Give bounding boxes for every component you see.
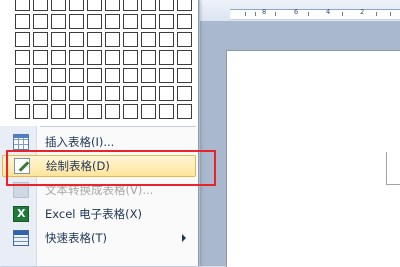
table-grid-cell[interactable] xyxy=(159,86,174,101)
table-grid-cell[interactable] xyxy=(33,50,48,65)
table-size-grid-area xyxy=(0,0,198,126)
table-grid-cell[interactable] xyxy=(87,104,102,119)
table-grid-cell[interactable] xyxy=(177,0,192,11)
table-grid-cell[interactable] xyxy=(15,14,30,29)
ruler-tick-label: 4 xyxy=(326,8,331,16)
excel-icon xyxy=(13,206,29,222)
table-grid-cell[interactable] xyxy=(159,68,174,83)
table-grid-cell[interactable] xyxy=(105,104,120,119)
table-grid-cell[interactable] xyxy=(105,68,120,83)
table-grid-cell[interactable] xyxy=(177,86,192,101)
table-grid-cell[interactable] xyxy=(33,14,48,29)
table-grid-cell[interactable] xyxy=(15,68,30,83)
table-grid-cell[interactable] xyxy=(33,32,48,47)
table-grid-cell[interactable] xyxy=(123,50,138,65)
table-grid-cell[interactable] xyxy=(69,50,84,65)
table-grid-cell[interactable] xyxy=(123,32,138,47)
table-grid-cell[interactable] xyxy=(159,32,174,47)
menu-item-label: Excel 电子表格(X) xyxy=(45,207,142,221)
table-grid-cell[interactable] xyxy=(177,50,192,65)
table-grid-cell[interactable] xyxy=(33,68,48,83)
table-grid-cell[interactable] xyxy=(51,50,66,65)
table-grid-cell[interactable] xyxy=(15,104,30,119)
table-grid-cell[interactable] xyxy=(51,32,66,47)
menu-item-label: 插入表格(I)... xyxy=(45,135,115,149)
table-grid-cell[interactable] xyxy=(159,0,174,11)
table-grid-cell[interactable] xyxy=(87,68,102,83)
table-grid-cell[interactable] xyxy=(159,14,174,29)
table-grid-cell[interactable] xyxy=(15,32,30,47)
menu-item-label: 快速表格(T) xyxy=(45,231,107,245)
insert-table-icon xyxy=(13,134,29,150)
table-grid-cell[interactable] xyxy=(69,86,84,101)
table-grid-cell[interactable] xyxy=(123,14,138,29)
table-grid-cell[interactable] xyxy=(51,86,66,101)
table-grid-cell[interactable] xyxy=(69,0,84,11)
table-grid-cell[interactable] xyxy=(69,68,84,83)
table-grid-cell[interactable] xyxy=(33,86,48,101)
table-grid-cell[interactable] xyxy=(141,104,156,119)
menu-item-quick-tables[interactable]: 快速表格(T) xyxy=(2,227,196,249)
ruler-mark xyxy=(376,12,377,16)
table-grid-cell[interactable] xyxy=(105,86,120,101)
margin-corner-mark xyxy=(386,152,400,185)
table-grid-cell[interactable] xyxy=(141,14,156,29)
horizontal-ruler[interactable]: 8 6 4 2 xyxy=(200,0,400,22)
table-grid-cell[interactable] xyxy=(123,86,138,101)
table-grid-cell[interactable] xyxy=(141,50,156,65)
highlight-annotation-box xyxy=(6,150,216,186)
table-grid-cell[interactable] xyxy=(15,50,30,65)
table-grid-cell[interactable] xyxy=(87,86,102,101)
table-grid-cell[interactable] xyxy=(33,0,48,11)
table-grid-cell[interactable] xyxy=(15,86,30,101)
ruler-mark xyxy=(245,12,246,16)
quick-table-icon xyxy=(13,230,29,246)
submenu-arrow-icon xyxy=(182,234,186,242)
table-grid-cell[interactable] xyxy=(141,0,156,11)
ruler-mark xyxy=(342,12,343,16)
table-grid-cell[interactable] xyxy=(123,0,138,11)
table-grid-cell[interactable] xyxy=(51,68,66,83)
ruler-mark xyxy=(275,12,276,16)
table-grid-cell[interactable] xyxy=(159,104,174,119)
table-grid-cell[interactable] xyxy=(177,14,192,29)
table-grid-cell[interactable] xyxy=(15,0,30,11)
menu-item-excel-spreadsheet[interactable]: Excel 电子表格(X) xyxy=(2,203,196,225)
table-grid-cell[interactable] xyxy=(69,104,84,119)
menu-separator xyxy=(40,126,196,127)
ruler-tick-label: 8 xyxy=(262,8,267,16)
table-grid-cell[interactable] xyxy=(105,50,120,65)
table-grid-cell[interactable] xyxy=(87,14,102,29)
ruler-mark xyxy=(255,12,256,16)
table-size-grid[interactable] xyxy=(15,0,195,122)
ruler-tick-label: 6 xyxy=(294,8,299,16)
ruler-mark xyxy=(308,12,309,16)
table-grid-cell[interactable] xyxy=(87,0,102,11)
table-grid-cell[interactable] xyxy=(177,32,192,47)
table-grid-cell[interactable] xyxy=(177,104,192,119)
table-grid-cell[interactable] xyxy=(177,68,192,83)
ruler-tick-label: 2 xyxy=(360,8,365,16)
table-grid-cell[interactable] xyxy=(51,104,66,119)
table-grid-cell[interactable] xyxy=(105,0,120,11)
table-grid-cell[interactable] xyxy=(105,32,120,47)
table-dropdown-menu: 插入表格(I)... 绘制表格(D) 文本转换成表格(V)... Excel 电… xyxy=(0,0,199,266)
table-grid-cell[interactable] xyxy=(69,32,84,47)
table-grid-cell[interactable] xyxy=(51,14,66,29)
table-grid-cell[interactable] xyxy=(87,32,102,47)
document-page[interactable] xyxy=(226,50,400,267)
table-grid-cell[interactable] xyxy=(159,50,174,65)
table-grid-cell[interactable] xyxy=(51,0,66,11)
table-grid-cell[interactable] xyxy=(33,104,48,119)
table-grid-cell[interactable] xyxy=(141,68,156,83)
table-grid-cell[interactable] xyxy=(141,86,156,101)
table-grid-cell[interactable] xyxy=(123,104,138,119)
table-grid-cell[interactable] xyxy=(105,14,120,29)
ruler-mark xyxy=(390,12,391,16)
table-grid-cell[interactable] xyxy=(69,14,84,29)
table-grid-cell[interactable] xyxy=(123,68,138,83)
table-grid-cell[interactable] xyxy=(87,50,102,65)
table-grid-cell[interactable] xyxy=(141,32,156,47)
